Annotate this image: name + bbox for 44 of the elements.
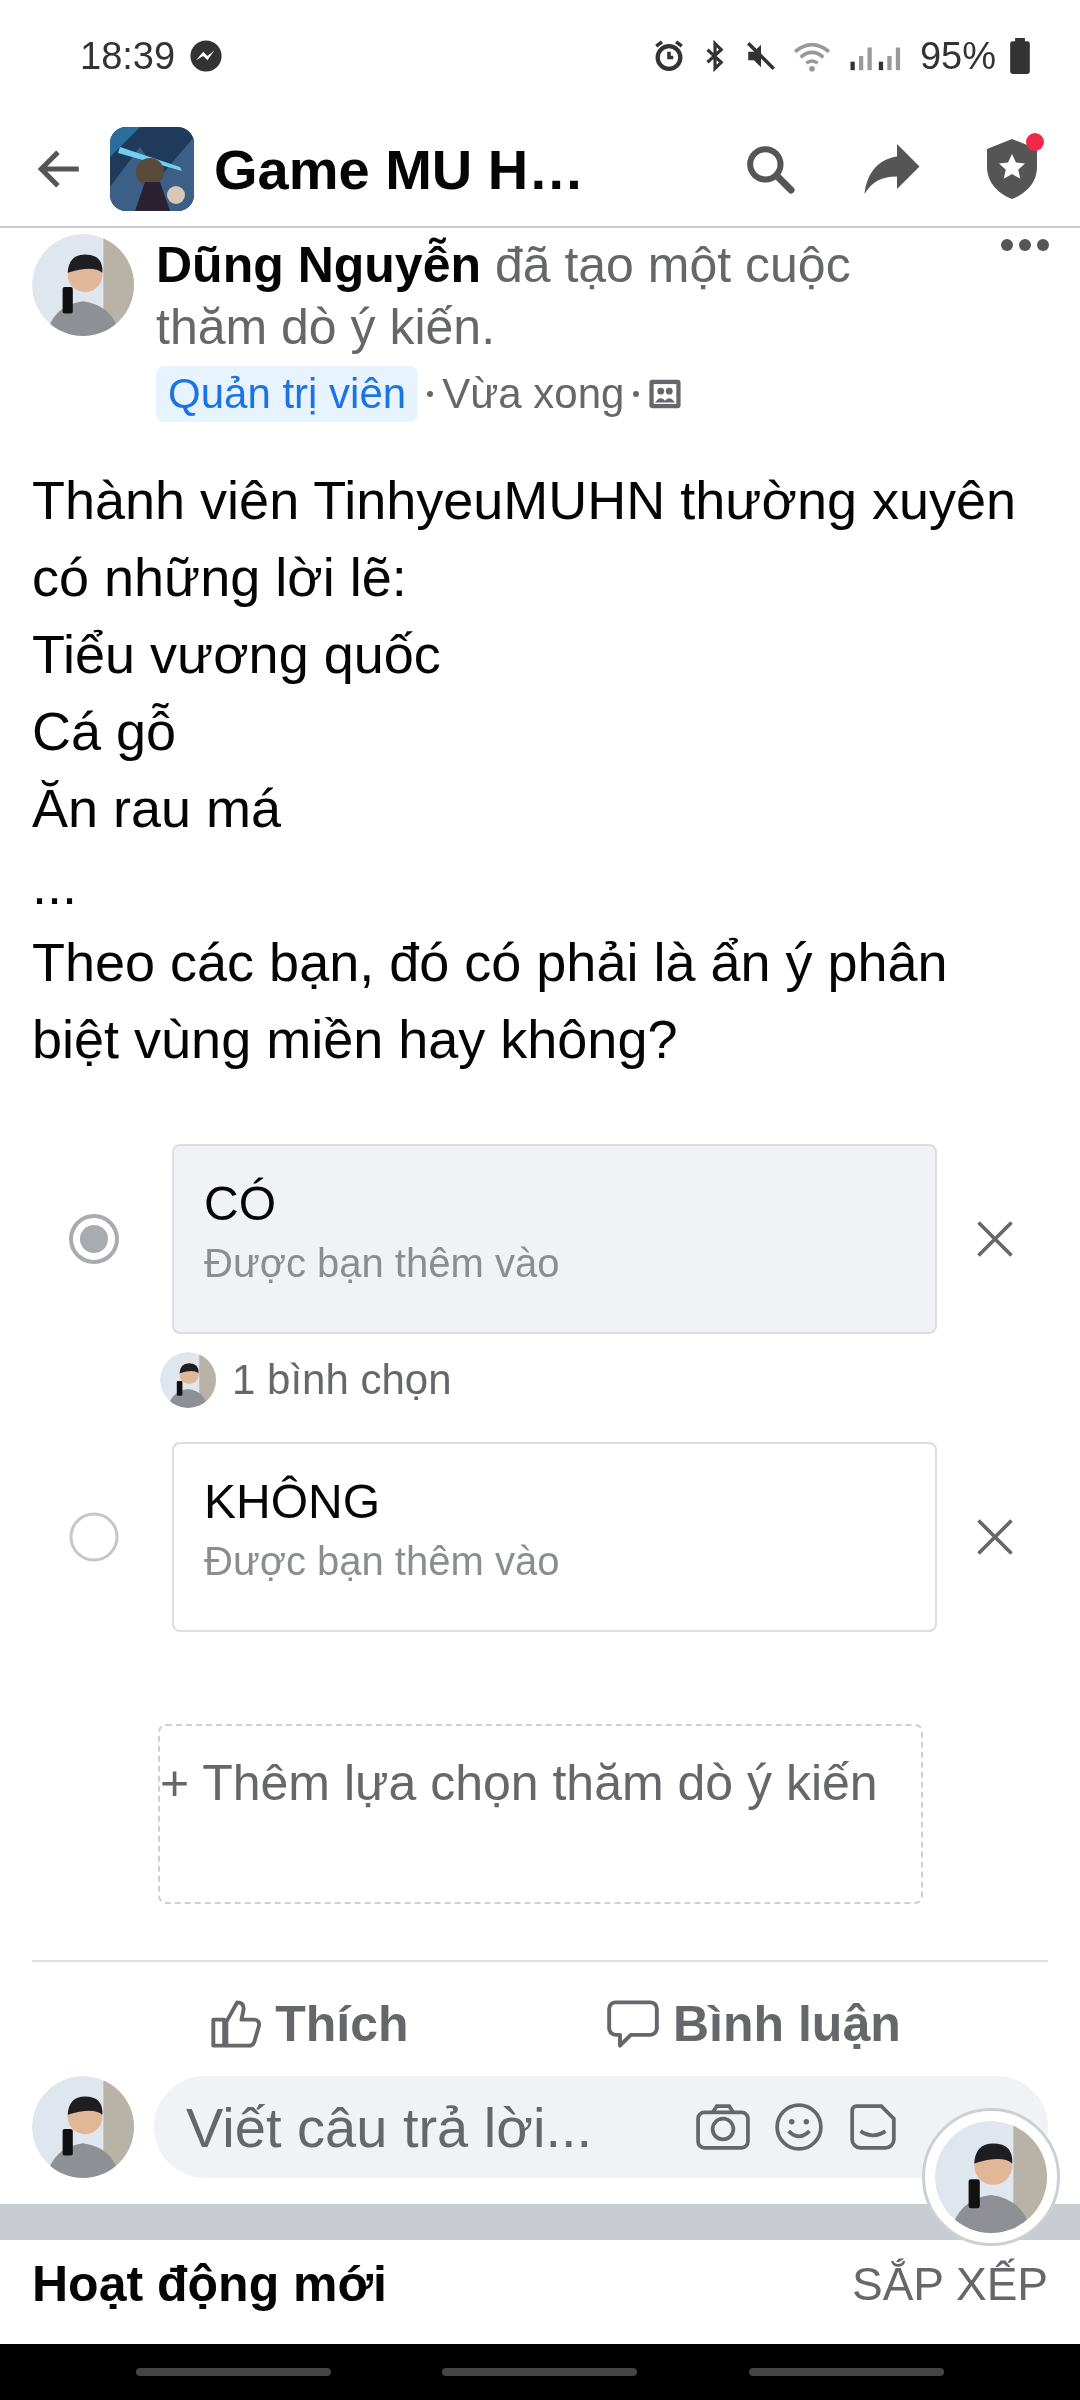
sort-button[interactable]: SẮP XẾP — [851, 2257, 1048, 2311]
option-label: KHÔNG — [204, 1474, 381, 1529]
comment-input[interactable]: Viết câu trả lời... — [184, 2093, 672, 2161]
option-note: Được bạn thêm vào — [204, 1539, 561, 1584]
separator-dot-icon — [632, 390, 641, 398]
nav-handle[interactable] — [442, 2368, 638, 2376]
post-text: Thành viên TinhyeuMUHN thường xuyên có những lời lẽ: — [32, 469, 1018, 609]
camera-icon[interactable] — [696, 2102, 750, 2152]
option-label: CÓ — [204, 1176, 277, 1231]
smiley-icon[interactable] — [774, 2102, 824, 2152]
more-icon[interactable] — [1000, 238, 1050, 252]
thumbs-up-icon — [209, 1998, 262, 2050]
separator-dot-icon — [426, 390, 435, 398]
post-text: Tiểu vương quốc — [32, 623, 442, 686]
battery-level: 95% — [919, 34, 996, 78]
clock: 18:39 — [80, 34, 176, 78]
admin-badge: Quản trị viên — [156, 366, 419, 422]
shield-star-icon[interactable] — [986, 139, 1038, 199]
nav-handle[interactable] — [749, 2368, 945, 2376]
sticker-icon[interactable] — [848, 2102, 898, 2152]
post-text: ... — [32, 854, 78, 917]
group-icon — [648, 377, 683, 411]
post-headline: Dũng Nguyễn đã tạo một cuộc thăm dò ý kiến. — [156, 236, 852, 357]
section-title: Hoạt động mới — [32, 2255, 387, 2313]
post-text: Ăn rau má — [32, 777, 283, 840]
post-time: Vừa xong — [442, 370, 625, 418]
poll-option[interactable]: CÓ Được bạn thêm vào — [172, 1144, 937, 1334]
poll-option[interactable]: KHÔNG Được bạn thêm vào — [172, 1442, 937, 1632]
radio-button[interactable] — [68, 1511, 120, 1563]
messenger-icon — [189, 39, 224, 73]
voter-avatar — [160, 1352, 216, 1408]
battery-icon — [1010, 38, 1030, 74]
post-text: Cá gỗ — [32, 700, 178, 763]
group-title: Game MU H… — [214, 136, 586, 202]
radio-button[interactable] — [68, 1213, 120, 1265]
vote-count[interactable]: 1 bình chọn — [232, 1356, 452, 1404]
nav-handle[interactable] — [135, 2368, 331, 2376]
comment-button[interactable]: Bình luận — [607, 1986, 901, 2062]
post-text: Theo các bạn, đó có phải là ẩn ý phân biệt vùng miền hay không? — [32, 931, 949, 1071]
comment-field[interactable]: Viết câu trả lời... — [154, 2076, 1048, 2178]
like-button[interactable]: Thích — [209, 1986, 409, 2062]
add-option-button[interactable]: + Thêm lựa chọn thăm dò ý kiến — [158, 1724, 923, 1904]
option-note: Được bạn thêm vào — [204, 1241, 561, 1286]
speech-bubble-icon — [607, 1998, 659, 2050]
